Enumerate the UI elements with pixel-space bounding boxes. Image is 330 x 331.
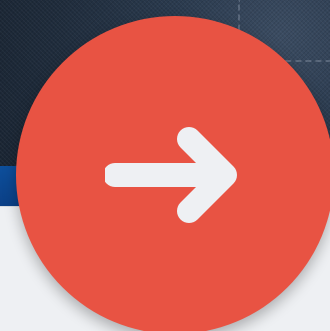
arrow-right-icon xyxy=(105,127,237,223)
screen xyxy=(0,0,330,331)
next-arrow-button[interactable] xyxy=(16,16,330,331)
